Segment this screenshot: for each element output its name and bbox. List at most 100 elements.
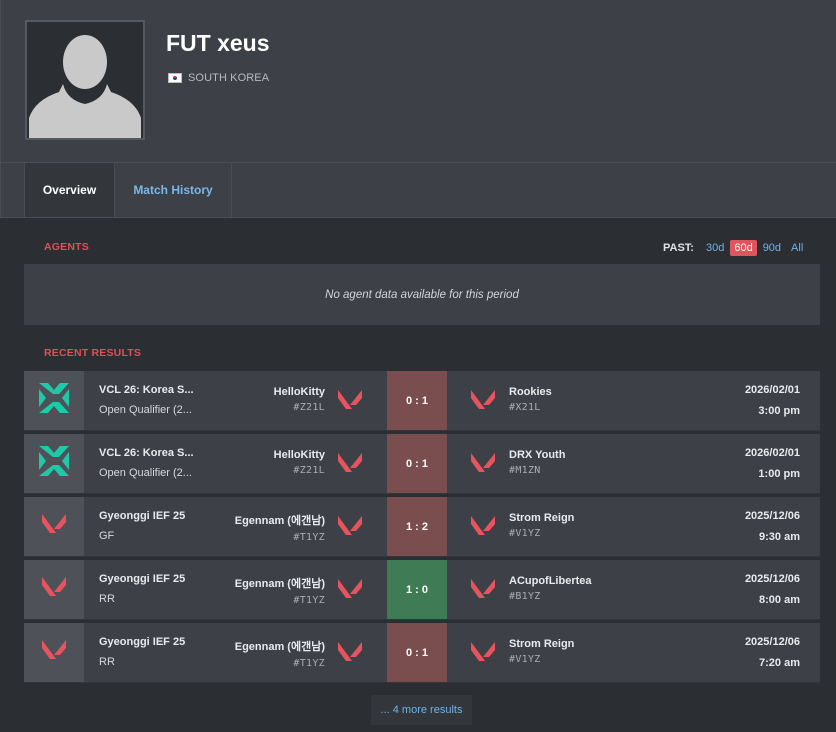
default-avatar-icon bbox=[29, 35, 141, 138]
valorant-logo-icon bbox=[41, 576, 67, 603]
valorant-logo-icon bbox=[470, 452, 496, 479]
period-60d[interactable]: 60d bbox=[730, 240, 757, 256]
team2: Strom Reign #V1YZ bbox=[509, 512, 574, 539]
valorant-logo-icon bbox=[470, 641, 496, 668]
result-row[interactable]: Gyeonggi IEF 25 RR Egennam (에갠남) #T1YZ 1 : 0… bbox=[24, 560, 820, 620]
event-name: VCL 26: Korea S... bbox=[99, 384, 194, 396]
team2: DRX Youth #M1ZN bbox=[509, 449, 565, 476]
team1: Egennam (에갠남) #T1YZ bbox=[235, 512, 325, 543]
period-all[interactable]: All bbox=[787, 240, 807, 256]
valorant-logo-icon bbox=[337, 641, 363, 668]
tab-match-history[interactable]: Match History bbox=[115, 163, 232, 217]
team1-name: HelloKitty bbox=[273, 449, 325, 461]
event-icon-cell bbox=[24, 497, 84, 556]
event-stage: GF bbox=[99, 530, 115, 542]
vcl-logo-icon bbox=[36, 443, 72, 484]
team1-name: Egennam (에갠남) bbox=[234, 515, 325, 527]
valorant-logo-icon bbox=[470, 578, 496, 605]
result-row[interactable]: VCL 26: Korea S... Open Qualifier (2... He… bbox=[24, 434, 820, 494]
team2-tag: #B1YZ bbox=[509, 591, 541, 602]
event-name: VCL 26: Korea S... bbox=[99, 447, 194, 459]
event-stage: RR bbox=[99, 656, 115, 668]
team1-name: HelloKitty bbox=[273, 386, 325, 398]
valorant-logo-icon bbox=[41, 513, 67, 540]
agents-empty-message: No agent data available for this period bbox=[325, 288, 519, 301]
team1-tag: #Z21L bbox=[293, 465, 325, 476]
match-time: 1:00 pm bbox=[758, 468, 800, 480]
event-name: Gyeonggi IEF 25 bbox=[99, 573, 186, 585]
team2-tag: #M1ZN bbox=[509, 465, 541, 476]
match-date: 2025/12/06 bbox=[744, 510, 800, 522]
valorant-logo-icon bbox=[337, 578, 363, 605]
match-date: 2026/02/01 bbox=[744, 447, 800, 459]
avatar bbox=[25, 20, 145, 140]
team2-name: ACupofLibertea bbox=[509, 575, 592, 587]
valorant-logo-icon bbox=[337, 515, 363, 542]
team2: Rookies #X21L bbox=[509, 386, 552, 413]
match-date: 2025/12/06 bbox=[744, 636, 800, 648]
recent-results-title: RECENT RESULTS bbox=[44, 347, 142, 359]
event-name: Gyeonggi IEF 25 bbox=[99, 510, 186, 522]
country-label: SOUTH KOREA bbox=[188, 72, 270, 84]
match-date: 2025/12/06 bbox=[744, 573, 800, 585]
match-date: 2026/02/01 bbox=[744, 384, 800, 396]
valorant-logo-icon bbox=[337, 389, 363, 416]
team1: HelloKitty #Z21L bbox=[274, 449, 325, 476]
team2: Strom Reign #V1YZ bbox=[509, 638, 574, 665]
past-label: PAST: bbox=[663, 242, 694, 254]
team2-name: Rookies bbox=[509, 386, 552, 398]
team2-name: DRX Youth bbox=[509, 449, 566, 461]
team1: Egennam (에갠남) #T1YZ bbox=[235, 575, 325, 606]
event-icon-cell bbox=[24, 560, 84, 619]
agents-section-title: AGENTS bbox=[44, 241, 89, 253]
valorant-logo-icon bbox=[470, 515, 496, 542]
match-time: 9:30 am bbox=[759, 531, 800, 543]
team1: HelloKitty #Z21L bbox=[274, 386, 325, 413]
south-korea-flag-icon bbox=[168, 73, 182, 83]
team1-tag: #Z21L bbox=[293, 402, 325, 413]
team1-tag: #T1YZ bbox=[293, 532, 325, 543]
event-icon-cell bbox=[24, 434, 84, 493]
event-icon-cell bbox=[24, 623, 84, 682]
period-30d[interactable]: 30d bbox=[702, 240, 728, 256]
team1-tag: #T1YZ bbox=[293, 595, 325, 606]
team2-tag: #V1YZ bbox=[509, 654, 541, 665]
match-score: 0 : 1 bbox=[387, 623, 447, 682]
tab-overview[interactable]: Overview bbox=[24, 163, 115, 217]
player-name: FUT xeus bbox=[166, 30, 270, 56]
profile-header: FUT xeus SOUTH KOREA bbox=[0, 0, 836, 163]
team1-name: Egennam (에갠남) bbox=[234, 641, 325, 653]
team2-name: Strom Reign bbox=[509, 512, 575, 524]
event-icon-cell bbox=[24, 371, 84, 430]
team2-tag: #V1YZ bbox=[509, 528, 541, 539]
match-score: 1 : 2 bbox=[387, 497, 447, 556]
match-time: 3:00 pm bbox=[758, 405, 800, 417]
valorant-logo-icon bbox=[337, 452, 363, 479]
event-stage: RR bbox=[99, 593, 115, 605]
result-row[interactable]: Gyeonggi IEF 25 RR Egennam (에갠남) #T1YZ 0 : 1… bbox=[24, 623, 820, 683]
event-stage: Open Qualifier (2... bbox=[99, 467, 192, 479]
profile-tabs: Overview Match History bbox=[0, 163, 836, 218]
match-score: 1 : 0 bbox=[387, 560, 447, 619]
player-country: SOUTH KOREA bbox=[168, 72, 269, 84]
result-row[interactable]: VCL 26: Korea S... Open Qualifier (2... He… bbox=[24, 371, 820, 431]
vcl-logo-icon bbox=[36, 380, 72, 421]
match-time: 8:00 am bbox=[759, 594, 800, 606]
period-filter: PAST: 30d 60d 90d All bbox=[663, 240, 807, 256]
result-row[interactable]: Gyeonggi IEF 25 GF Egennam (에갠남) #T1YZ 1 : 2… bbox=[24, 497, 820, 557]
team1-name: Egennam (에갠남) bbox=[234, 578, 325, 590]
team2: ACupofLibertea #B1YZ bbox=[509, 575, 592, 602]
team2-tag: #X21L bbox=[509, 402, 541, 413]
valorant-logo-icon bbox=[470, 389, 496, 416]
more-results-button[interactable]: ... 4 more results bbox=[371, 695, 472, 725]
match-time: 7:20 am bbox=[759, 657, 800, 669]
team2-name: Strom Reign bbox=[509, 638, 575, 650]
match-score: 0 : 1 bbox=[387, 371, 447, 430]
period-90d[interactable]: 90d bbox=[759, 240, 785, 256]
event-name: Gyeonggi IEF 25 bbox=[99, 636, 186, 648]
team1-tag: #T1YZ bbox=[293, 658, 325, 669]
valorant-logo-icon bbox=[41, 639, 67, 666]
match-score: 0 : 1 bbox=[387, 434, 447, 493]
team1: Egennam (에갠남) #T1YZ bbox=[235, 638, 325, 669]
recent-results-list: VCL 26: Korea S... Open Qualifier (2... He… bbox=[24, 371, 820, 686]
